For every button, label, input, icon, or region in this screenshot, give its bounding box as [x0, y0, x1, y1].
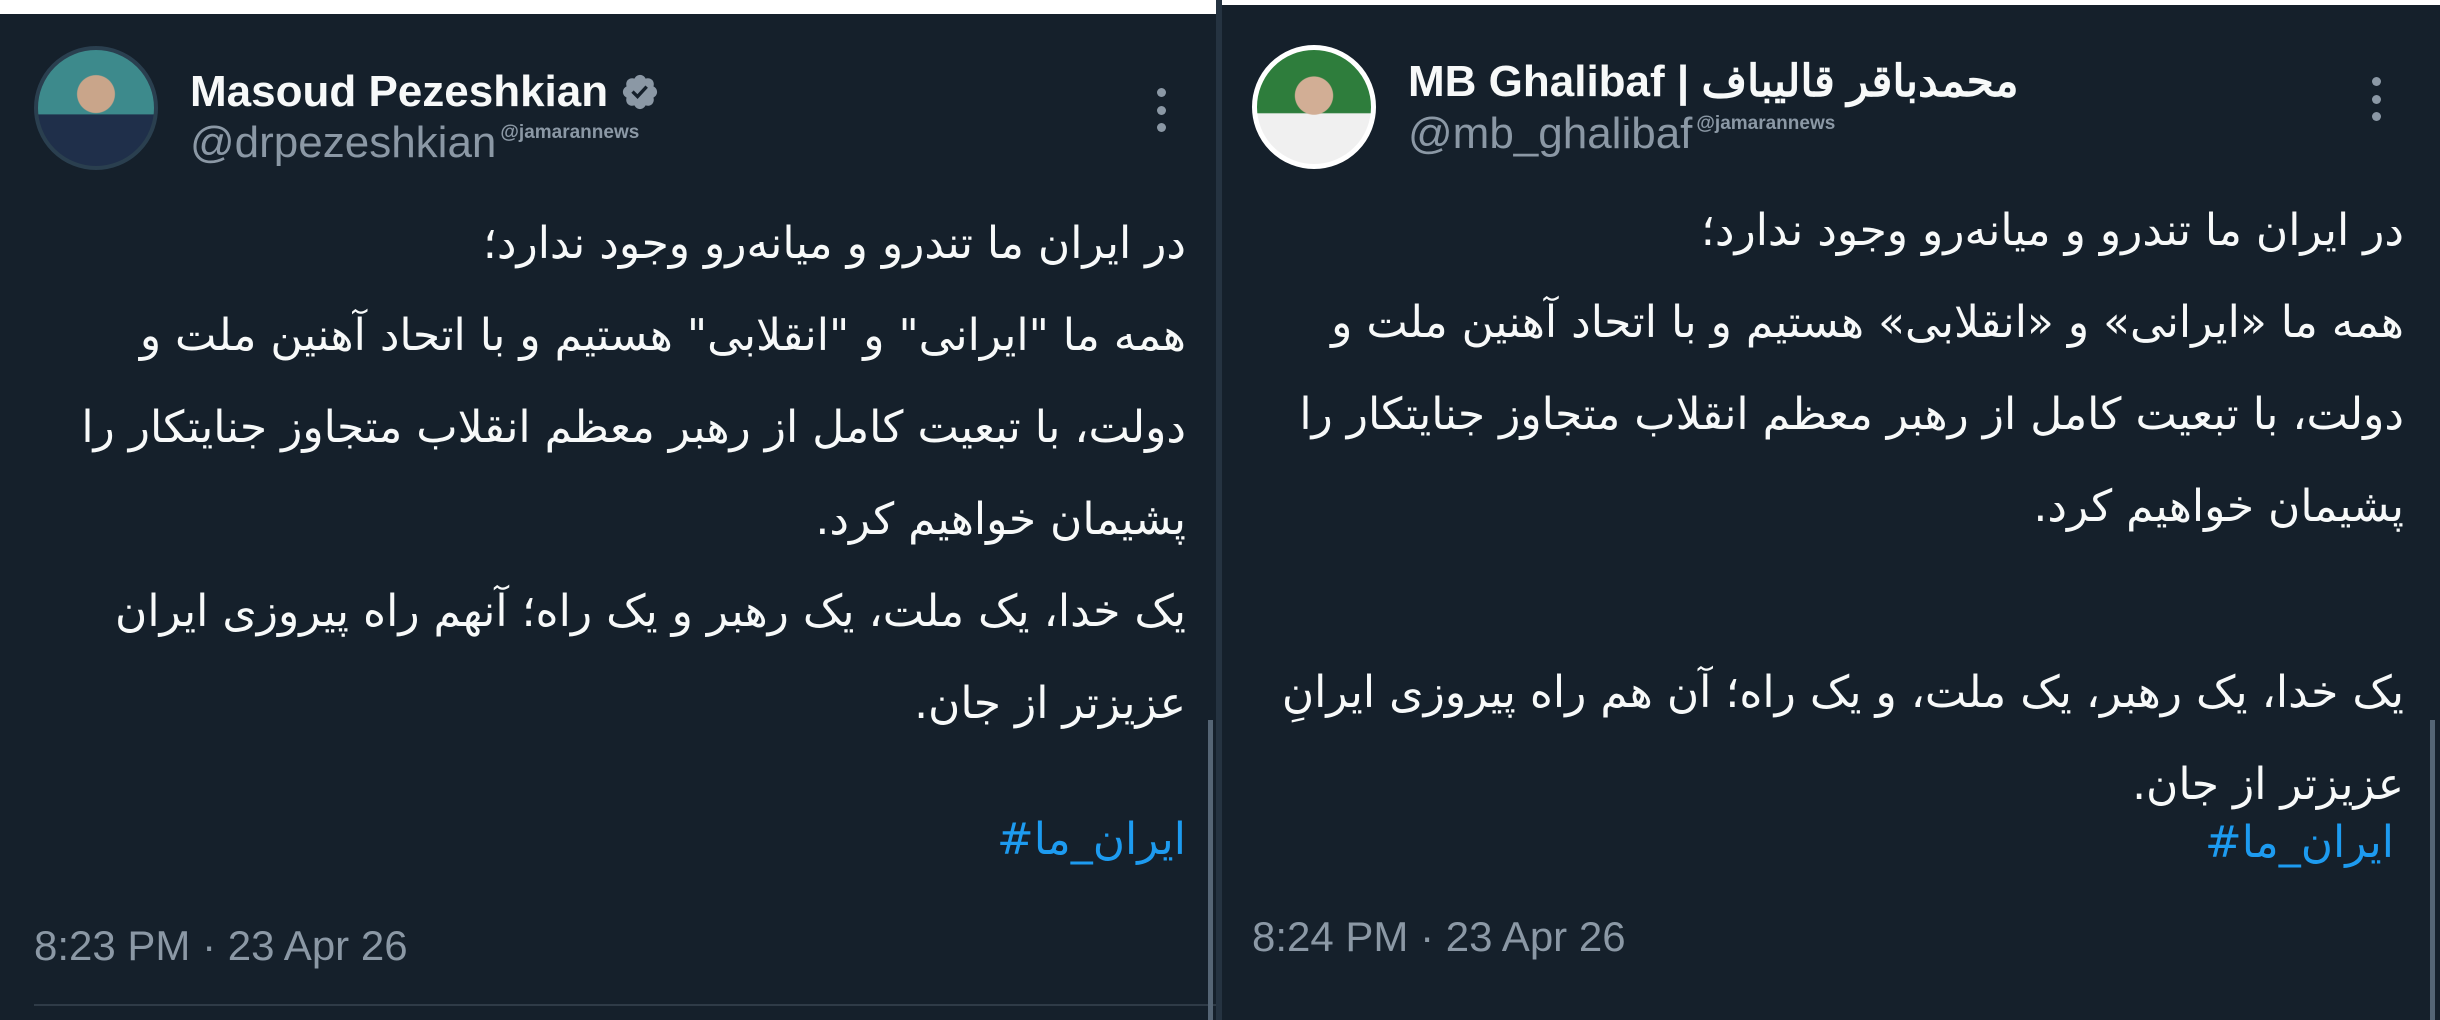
hashtag-link[interactable]: #ایران_ما [997, 814, 1186, 865]
tweet-line: همه ما "ایرانی" و "انقلابی" هستیم و با ا… [139, 310, 1186, 361]
tweet-line: در ایران ما تندرو و میانه‌رو وجود ندارد؛ [1700, 205, 2404, 256]
scrollbar[interactable] [2430, 720, 2435, 1020]
tweet-line: پشیمان خواهیم کرد. [815, 494, 1186, 545]
handle-row: @mb_ghalibaf @jamarannews [1408, 103, 1835, 167]
divider [34, 1004, 1216, 1006]
avatar[interactable] [34, 46, 158, 170]
more-options-icon[interactable] [1156, 88, 1166, 132]
tweet-text: در ایران ما تندرو و میانه‌رو وجود ندارد؛… [81, 198, 1186, 750]
tweet-line: پشیمان خواهیم کرد. [2033, 481, 2404, 532]
display-name[interactable]: MB Ghalibaf | محمدباقر قالیباف [1408, 56, 2019, 107]
tweet-line: همه ما «ایرانی» و «انقلابی» هستیم و با ا… [1331, 297, 2404, 348]
tweet-card-ghalibaf: MB Ghalibaf | محمدباقر قالیباف @mb_ghali… [1222, 5, 2440, 1020]
avatar[interactable] [1252, 45, 1376, 169]
tweet-line: در ایران ما تندرو و میانه‌رو وجود ندارد؛ [482, 218, 1186, 269]
tweet-line: عزیزتر از جان. [914, 678, 1186, 729]
tweet-text: در ایران ما تندرو و میانه‌رو وجود ندارد؛… [1282, 185, 2404, 831]
handle-row: @drpezeshkian @jamarannews [190, 112, 639, 176]
tweet-line: یک خدا، یک رهبر، یک ملت، و یک راه؛ آن هم… [1281, 667, 2404, 718]
tweet-line: دولت، با تبعیت کامل از رهبر معظم انقلاب … [1299, 389, 2404, 440]
tweet-timestamp[interactable]: 8:23 PM · 23 Apr 26 [34, 922, 408, 970]
display-name[interactable]: Masoud Pezeshkian [190, 67, 608, 117]
watermark: @jamarannews [500, 122, 640, 143]
handle[interactable]: @drpezeshkian [190, 118, 496, 168]
more-options-icon[interactable] [2371, 77, 2381, 121]
scrollbar[interactable] [1208, 720, 1213, 1020]
tweet-line: یک خدا، یک ملت، یک رهبر و یک راه؛ آنهم ر… [115, 586, 1186, 637]
verified-badge-icon [623, 74, 658, 110]
tweet-timestamp[interactable]: 8:24 PM · 23 Apr 26 [1252, 913, 1626, 961]
watermark: @jamarannews [1696, 113, 1836, 134]
tweet-card-pezeshkian: Masoud Pezeshkian @drpezeshkian @jamaran… [0, 14, 1216, 1020]
handle[interactable]: @mb_ghalibaf [1408, 109, 1692, 159]
hashtag-link[interactable]: #ایران_ما [2205, 817, 2394, 868]
tweet-line: دولت، با تبعیت کامل از رهبر معظم انقلاب … [81, 402, 1186, 453]
